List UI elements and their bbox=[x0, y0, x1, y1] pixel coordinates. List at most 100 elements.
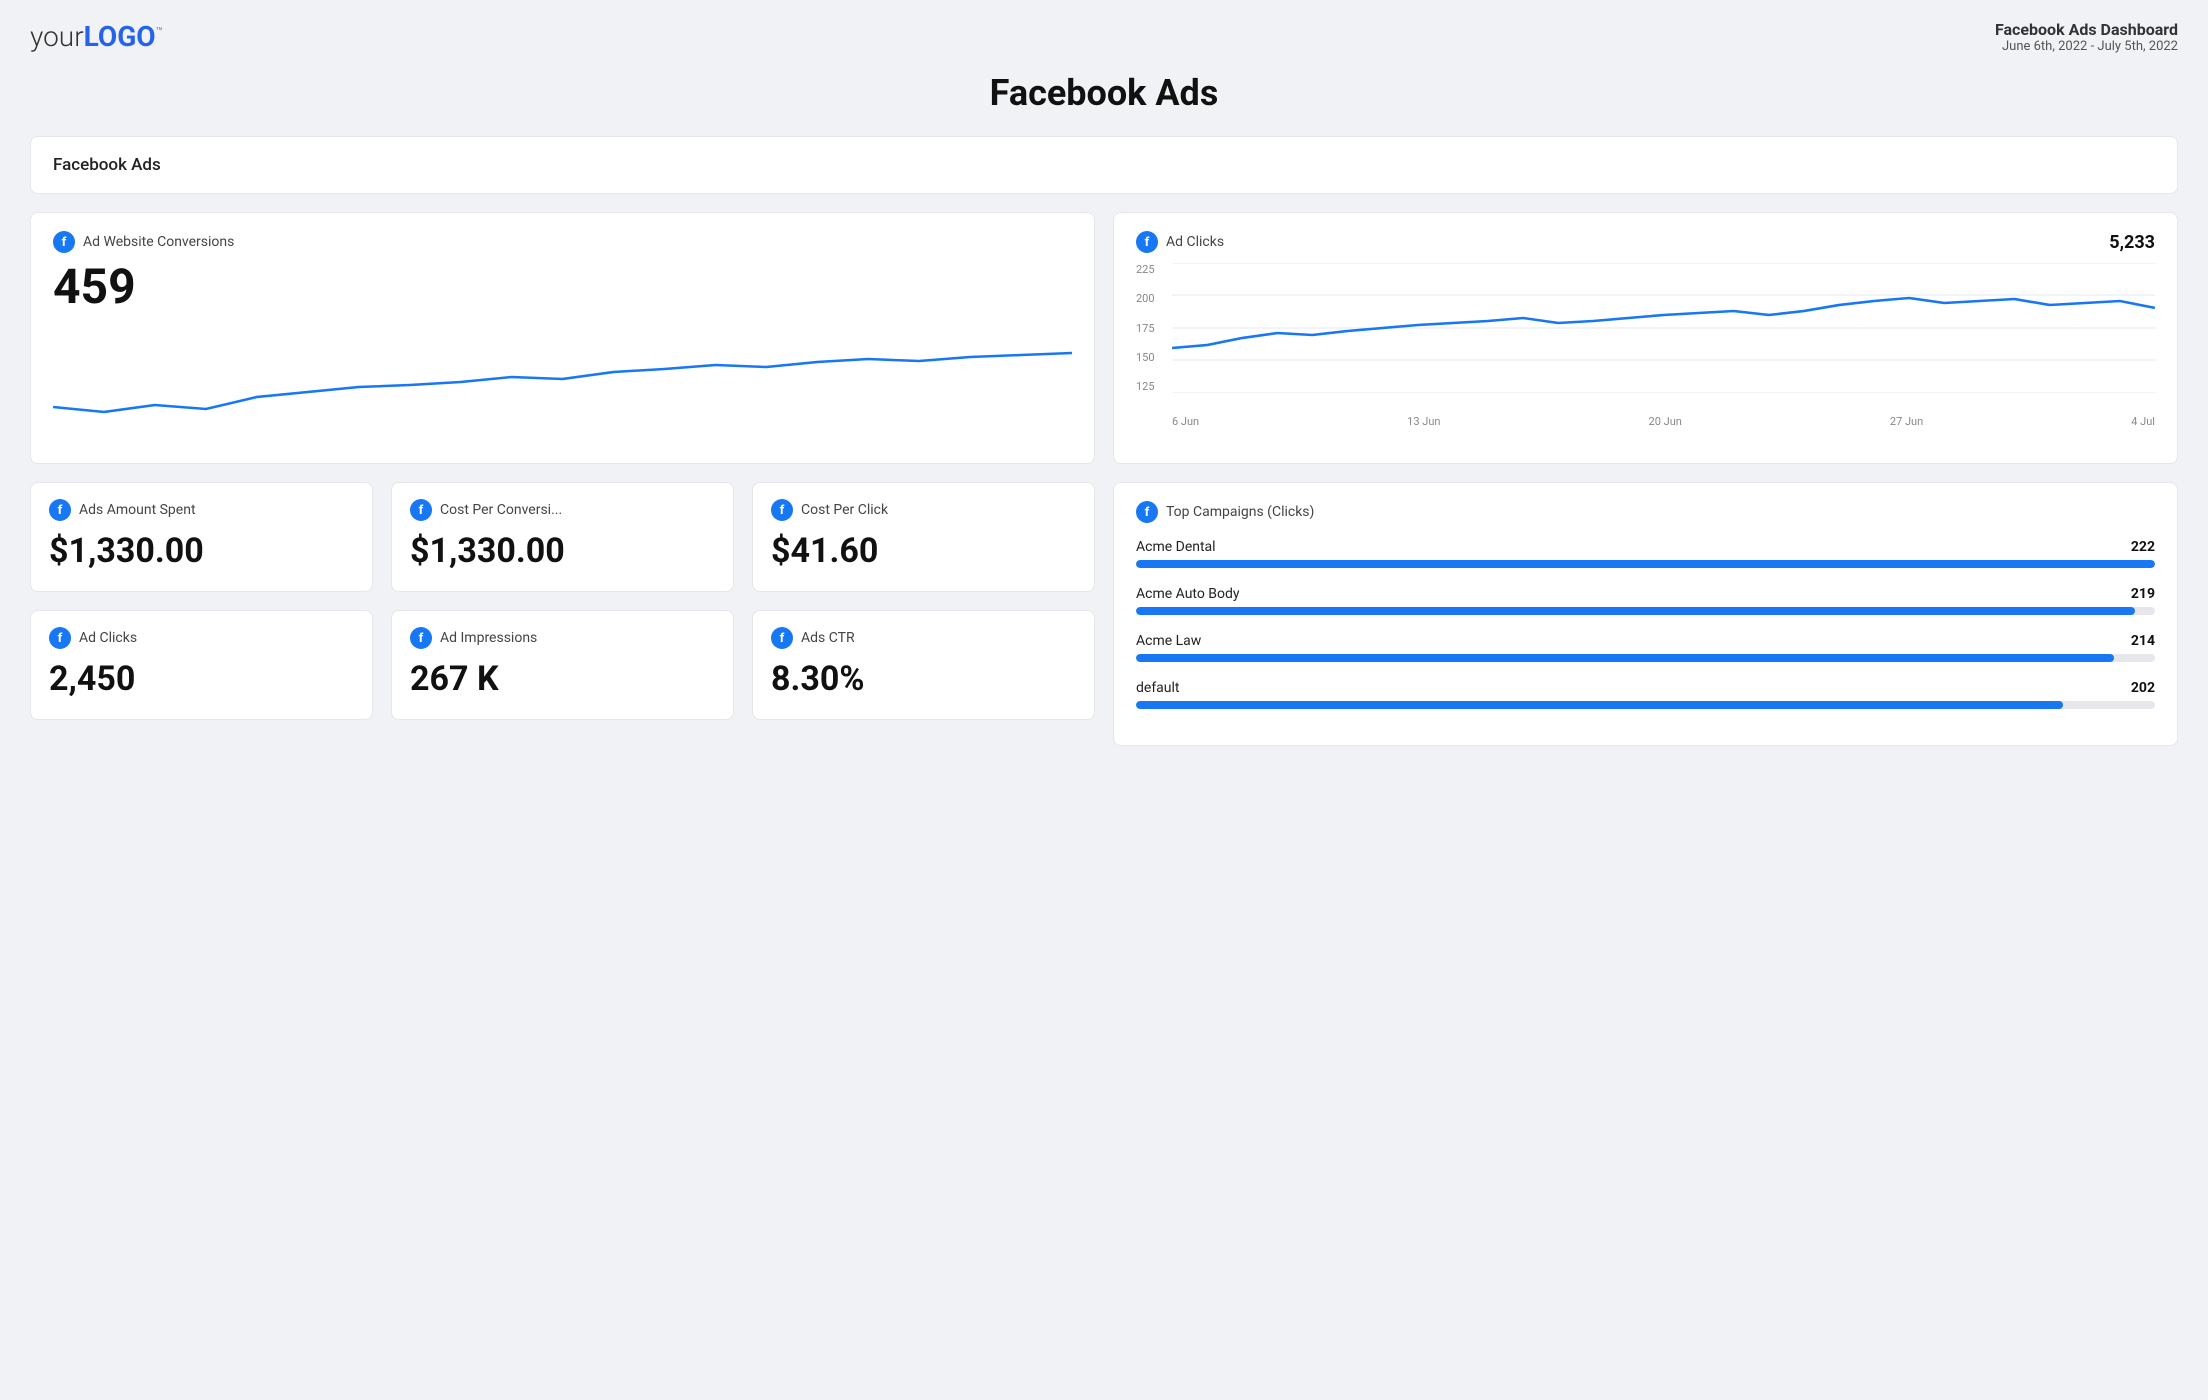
ad-clicks-sm-value: 2,450 bbox=[49, 659, 354, 699]
fb-icon-impressions: f bbox=[410, 627, 432, 649]
date-range: June 6th, 2022 - July 5th, 2022 bbox=[1995, 39, 2178, 54]
x-27jun: 27 Jun bbox=[1890, 415, 1923, 428]
y-axis: 225 200 175 150 125 bbox=[1136, 263, 1155, 393]
y-175: 175 bbox=[1136, 322, 1155, 335]
bar-fill-1 bbox=[1136, 607, 2135, 615]
fb-icon-campaigns: f bbox=[1136, 501, 1158, 523]
metric-cost-per-conversion: f Cost Per Conversi... $1,330.00 bbox=[391, 482, 734, 592]
campaign-row-0: Acme Dental 222 bbox=[1136, 539, 2155, 568]
campaign-value-2: 214 bbox=[2131, 633, 2155, 649]
x-13jun: 13 Jun bbox=[1407, 415, 1440, 428]
metric-ad-clicks: f Ad Clicks 2,450 bbox=[30, 610, 373, 720]
campaign-top-1: Acme Auto Body 219 bbox=[1136, 586, 2155, 602]
page-title: Facebook Ads bbox=[30, 72, 2178, 114]
bar-track-3 bbox=[1136, 701, 2155, 709]
ad-clicks-header: f Ad Clicks bbox=[1136, 231, 2109, 253]
logo: yourLOGO™ bbox=[30, 20, 163, 53]
top-campaigns-label: Top Campaigns (Clicks) bbox=[1166, 504, 1314, 520]
bar-fill-2 bbox=[1136, 654, 2114, 662]
y-150: 150 bbox=[1136, 351, 1155, 364]
cost-click-label: Cost Per Click bbox=[801, 502, 888, 518]
x-6jun: 6 Jun bbox=[1172, 415, 1199, 428]
campaign-name-0: Acme Dental bbox=[1136, 539, 1216, 555]
campaign-list: Acme Dental 222 Acme Auto Body 219 A bbox=[1136, 539, 2155, 709]
campaign-row-3: default 202 bbox=[1136, 680, 2155, 709]
top-campaigns-card: f Top Campaigns (Clicks) Acme Dental 222… bbox=[1113, 482, 2178, 746]
campaign-row-2: Acme Law 214 bbox=[1136, 633, 2155, 662]
logo-prefix: your bbox=[30, 20, 84, 53]
impressions-label: Ad Impressions bbox=[440, 630, 537, 646]
cost-click-value: $41.60 bbox=[771, 531, 1076, 571]
impressions-value: 267 K bbox=[410, 659, 715, 699]
cost-conversion-header: f Cost Per Conversi... bbox=[410, 499, 715, 521]
bar-fill-0 bbox=[1136, 560, 2155, 568]
ads-spent-value: $1,330.00 bbox=[49, 531, 354, 571]
campaign-value-3: 202 bbox=[2131, 680, 2155, 696]
bar-track-1 bbox=[1136, 607, 2155, 615]
metric-ad-impressions: f Ad Impressions 267 K bbox=[391, 610, 734, 720]
bar-track-0 bbox=[1136, 560, 2155, 568]
ad-clicks-sm-label: Ad Clicks bbox=[79, 630, 137, 646]
campaign-top-2: Acme Law 214 bbox=[1136, 633, 2155, 649]
metric-ads-amount-spent: f Ads Amount Spent $1,330.00 bbox=[30, 482, 373, 592]
conversions-card: f Ad Website Conversions 459 bbox=[30, 212, 1095, 464]
campaign-name-2: Acme Law bbox=[1136, 633, 1201, 649]
y-200: 200 bbox=[1136, 292, 1155, 305]
campaign-name-3: default bbox=[1136, 680, 1180, 696]
campaign-top-3: default 202 bbox=[1136, 680, 2155, 696]
small-metrics-bottom: f Ad Clicks 2,450 f Ad Impressions 267 K… bbox=[30, 610, 1095, 720]
campaign-top-0: Acme Dental 222 bbox=[1136, 539, 2155, 555]
section-label-card: Facebook Ads bbox=[30, 136, 2178, 194]
fb-icon-ads-spent: f bbox=[49, 499, 71, 521]
bottom-row: f Ads Amount Spent $1,330.00 f Cost Per … bbox=[30, 482, 2178, 746]
header-right: Facebook Ads Dashboard June 6th, 2022 - … bbox=[1995, 20, 2178, 54]
x-20jun: 20 Jun bbox=[1649, 415, 1682, 428]
small-metrics-top: f Ads Amount Spent $1,330.00 f Cost Per … bbox=[30, 482, 1095, 592]
cost-conversion-label: Cost Per Conversi... bbox=[440, 502, 562, 518]
dashboard-title: Facebook Ads Dashboard bbox=[1995, 20, 2178, 39]
ad-clicks-header-row: f Ad Clicks 5,233 bbox=[1136, 231, 2155, 253]
ads-spent-label: Ads Amount Spent bbox=[79, 502, 196, 518]
top-campaigns-header: f Top Campaigns (Clicks) bbox=[1136, 501, 2155, 523]
ctr-value: 8.30% bbox=[771, 659, 1076, 699]
fb-icon-ctr: f bbox=[771, 627, 793, 649]
ad-clicks-chart-card: f Ad Clicks 5,233 225 200 175 150 125 bbox=[1113, 212, 2178, 464]
conversions-label: Ad Website Conversions bbox=[83, 234, 234, 250]
conversions-value: 459 bbox=[53, 263, 1072, 311]
cost-conversion-value: $1,330.00 bbox=[410, 531, 715, 571]
ad-clicks-total: 5,233 bbox=[2109, 232, 2155, 253]
ctr-label: Ads CTR bbox=[801, 630, 855, 646]
bar-track-2 bbox=[1136, 654, 2155, 662]
logo-trademark: ™ bbox=[156, 25, 164, 39]
conversions-chart bbox=[53, 317, 1072, 437]
x-4jul: 4 Jul bbox=[2131, 415, 2155, 428]
y-225: 225 bbox=[1136, 263, 1155, 276]
ad-clicks-svg bbox=[1172, 263, 2155, 393]
campaign-name-1: Acme Auto Body bbox=[1136, 586, 1240, 602]
fb-icon-conversions: f bbox=[53, 231, 75, 253]
ctr-header: f Ads CTR bbox=[771, 627, 1076, 649]
fb-icon-cost-click: f bbox=[771, 499, 793, 521]
ad-clicks-label: Ad Clicks bbox=[1166, 234, 1224, 250]
impressions-header: f Ad Impressions bbox=[410, 627, 715, 649]
top-charts-row: f Ad Website Conversions 459 f Ad Clicks… bbox=[30, 212, 2178, 464]
campaign-value-0: 222 bbox=[2131, 539, 2155, 555]
x-axis: 6 Jun 13 Jun 20 Jun 27 Jun 4 Jul bbox=[1136, 415, 2155, 428]
logo-brand: LOGO bbox=[84, 20, 156, 53]
metric-cost-per-click: f Cost Per Click $41.60 bbox=[752, 482, 1095, 592]
metric-ads-ctr: f Ads CTR 8.30% bbox=[752, 610, 1095, 720]
page-header: yourLOGO™ Facebook Ads Dashboard June 6t… bbox=[30, 20, 2178, 54]
campaign-row-1: Acme Auto Body 219 bbox=[1136, 586, 2155, 615]
section-label: Facebook Ads bbox=[53, 155, 161, 175]
cost-click-header: f Cost Per Click bbox=[771, 499, 1076, 521]
fb-icon-ad-clicks: f bbox=[1136, 231, 1158, 253]
fb-icon-ad-clicks-sm: f bbox=[49, 627, 71, 649]
small-metrics-col: f Ads Amount Spent $1,330.00 f Cost Per … bbox=[30, 482, 1095, 746]
y-125: 125 bbox=[1136, 380, 1155, 393]
campaign-value-1: 219 bbox=[2131, 586, 2155, 602]
conversions-header: f Ad Website Conversions bbox=[53, 231, 1072, 253]
bar-fill-3 bbox=[1136, 701, 2063, 709]
ad-clicks-chart-wrapper: 225 200 175 150 125 bbox=[1136, 263, 2155, 413]
ad-clicks-sm-header: f Ad Clicks bbox=[49, 627, 354, 649]
fb-icon-cost-conversion: f bbox=[410, 499, 432, 521]
